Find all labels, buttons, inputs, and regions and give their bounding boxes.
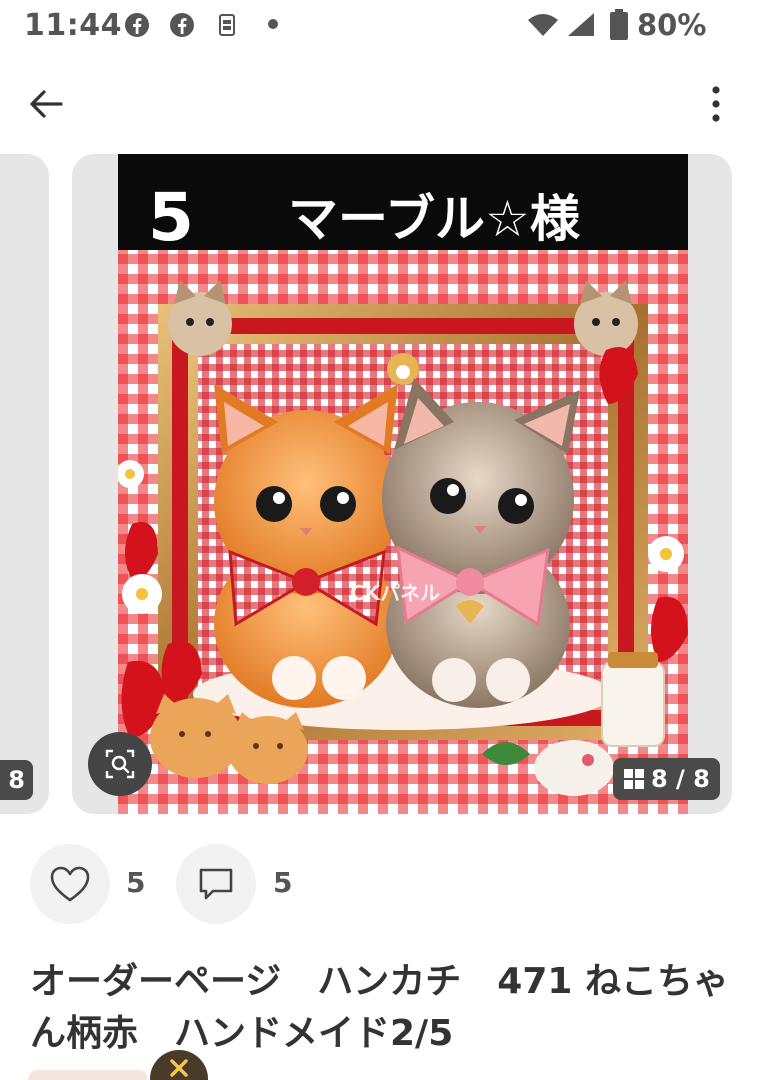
close-icon bbox=[170, 1059, 188, 1077]
battery-percent: 80% bbox=[637, 8, 707, 42]
product-image[interactable]: 5 マーブル☆様 CKパネル bbox=[118, 154, 688, 814]
battery-icon bbox=[610, 9, 628, 40]
previous-image-card[interactable]: / 8 bbox=[0, 154, 49, 814]
previous-image-counter: / 8 bbox=[0, 760, 33, 800]
more-vertical-icon bbox=[712, 86, 720, 122]
orange-kitten bbox=[214, 384, 398, 708]
status-time: 11:44 bbox=[24, 8, 122, 43]
sim-card-icon bbox=[219, 14, 235, 36]
action-bar: 5 5 bbox=[0, 842, 761, 928]
zoom-button[interactable] bbox=[88, 732, 152, 796]
signal-icon bbox=[568, 13, 594, 36]
facebook-icon bbox=[170, 13, 194, 37]
more-options-button[interactable] bbox=[692, 80, 740, 128]
main-image-card[interactable]: 5 マーブル☆様 CKパネル 8 / 8 bbox=[72, 154, 732, 814]
image-counter: 8 / 8 bbox=[613, 758, 720, 800]
back-button[interactable] bbox=[22, 82, 70, 126]
grid-icon bbox=[624, 769, 644, 789]
app-header bbox=[0, 70, 761, 136]
product-title: オーダーページ ハンカチ 471 ねこちゃん柄赤 ハンドメイド2/5 bbox=[30, 961, 729, 1054]
like-button[interactable] bbox=[30, 844, 110, 924]
bottom-tag-strip bbox=[28, 1070, 148, 1080]
banner-text: マーブル☆様 bbox=[288, 190, 581, 248]
facebook-icon bbox=[125, 13, 149, 37]
image-counter-text: 8 / 8 bbox=[651, 765, 710, 793]
like-count: 5 bbox=[126, 866, 146, 899]
comment-icon bbox=[199, 868, 233, 900]
banner-number: 5 bbox=[148, 179, 194, 256]
grey-kitten bbox=[382, 378, 580, 708]
arrow-left-icon bbox=[30, 90, 63, 118]
image-carousel[interactable]: / 8 bbox=[0, 154, 761, 816]
status-bar: 11:44 80% bbox=[0, 0, 761, 54]
wifi-icon bbox=[528, 14, 558, 36]
watermark-text: CKパネル bbox=[350, 581, 440, 605]
notification-dot bbox=[268, 19, 278, 29]
comment-button[interactable] bbox=[176, 844, 256, 924]
comment-count: 5 bbox=[273, 866, 293, 899]
heart-icon bbox=[50, 866, 90, 902]
zoom-search-icon bbox=[105, 749, 135, 779]
